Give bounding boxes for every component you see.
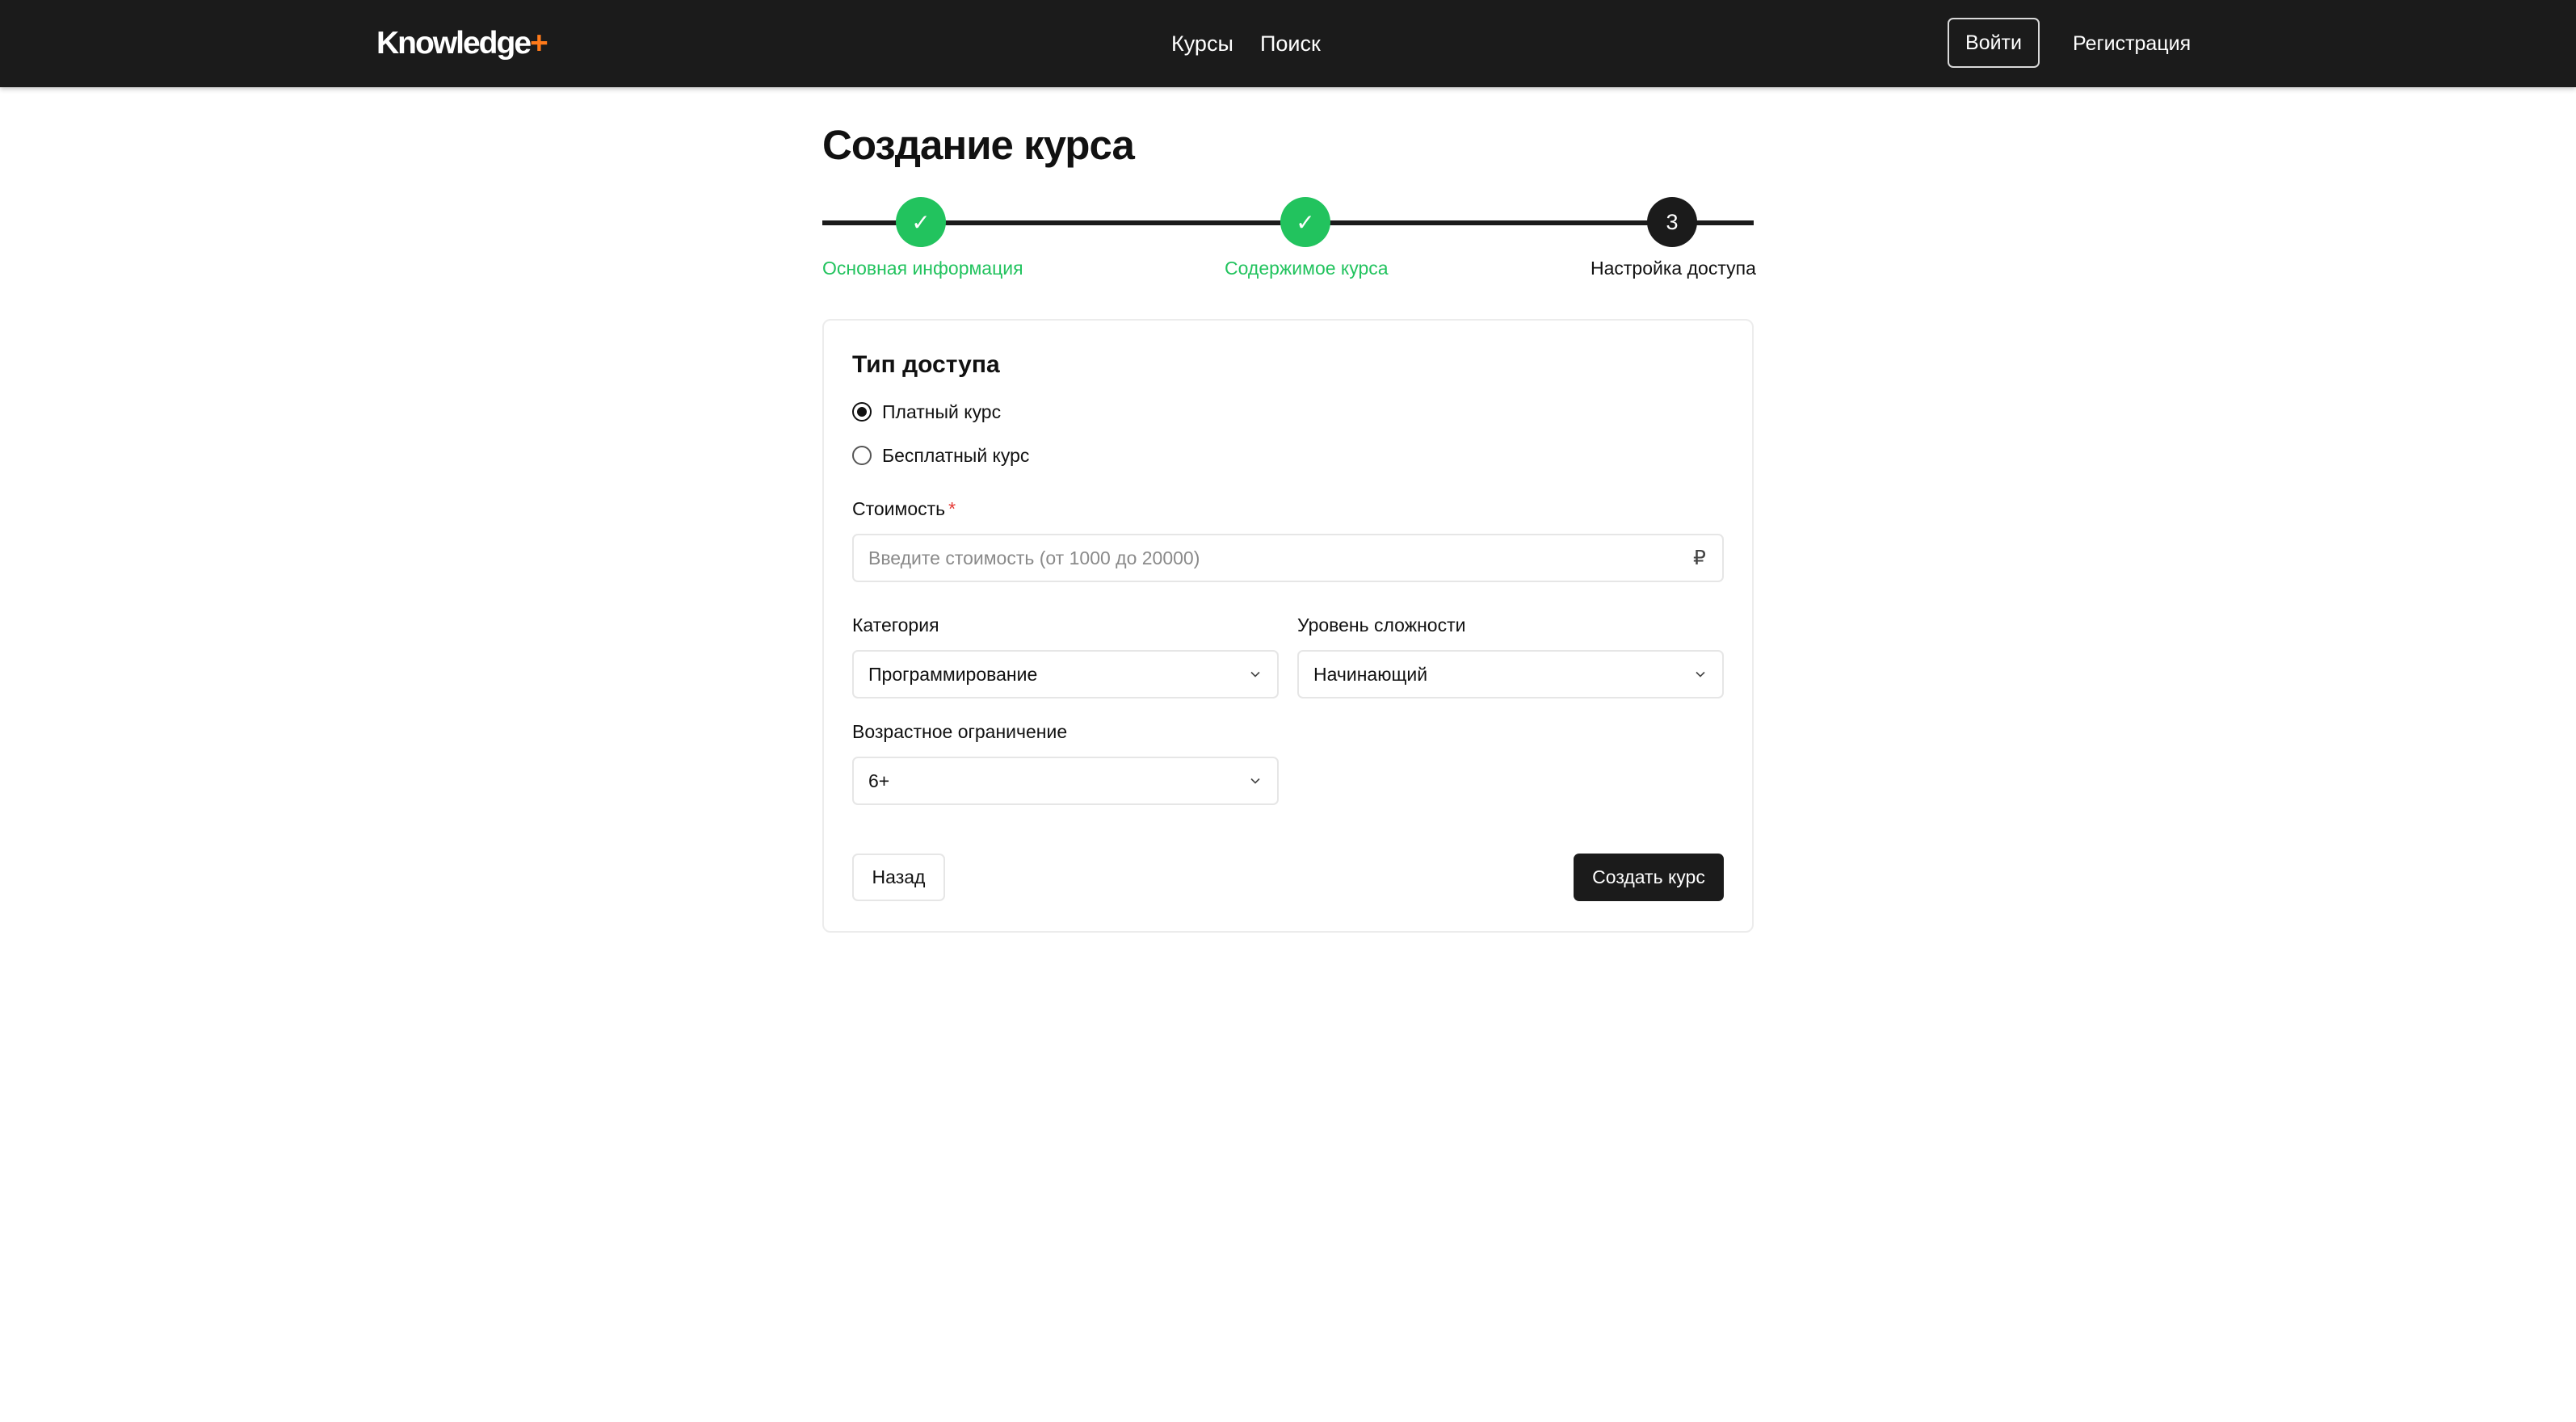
logo-text: Knowledge	[376, 26, 532, 61]
category-label: Категория	[852, 615, 939, 635]
logo[interactable]: Knowledge+	[376, 24, 548, 63]
chevron-down-icon	[1696, 671, 1705, 677]
access-type-title: Тип доступа	[852, 351, 1000, 378]
login-button[interactable]: Войти	[1948, 18, 2040, 68]
price-input[interactable]	[852, 534, 1724, 582]
radio-free-label: Бесплатный курс	[882, 444, 1030, 466]
logo-plus: +	[530, 26, 548, 61]
radio-checked-icon[interactable]	[852, 402, 872, 422]
level-value: Начинающий	[1313, 663, 1428, 685]
category-value: Программирование	[868, 663, 1038, 685]
age-value: 6+	[868, 770, 890, 791]
age-select[interactable]: 6+	[852, 757, 1279, 805]
radio-free-course[interactable]: Бесплатный курс	[852, 443, 1029, 468]
page-title: Создание курса	[822, 122, 1135, 168]
price-label: Стоимость *	[852, 496, 956, 522]
category-select[interactable]: Программирование	[852, 650, 1279, 698]
chevron-down-icon	[1250, 671, 1260, 677]
required-mark: *	[948, 498, 956, 519]
back-button[interactable]: Назад	[852, 854, 945, 901]
step-3-number: 3	[1647, 197, 1697, 247]
radio-paid-label: Платный курс	[882, 401, 1002, 422]
level-label: Уровень сложности	[1297, 615, 1466, 635]
chevron-down-icon	[1250, 778, 1260, 784]
ruble-icon: ₽	[1693, 547, 1706, 569]
step-2-check-icon: ✓	[1280, 197, 1330, 247]
register-link[interactable]: Регистрация	[2073, 24, 2191, 63]
nav-search-link[interactable]: Поиск	[1260, 24, 1321, 63]
radio-unchecked-icon[interactable]	[852, 446, 872, 465]
age-label: Возрастное ограничение	[852, 721, 1068, 742]
step-2-label: Содержимое курса	[1225, 258, 1389, 279]
step-1-check-icon: ✓	[896, 197, 946, 247]
top-navbar: Knowledge+ Курсы Поиск Войти Регистрация	[0, 0, 2576, 87]
level-select[interactable]: Начинающий	[1297, 650, 1724, 698]
create-course-button[interactable]: Создать курс	[1574, 854, 1724, 901]
step-1-label: Основная информация	[822, 258, 1023, 279]
step-3-label: Настройка доступа	[1591, 258, 1756, 279]
radio-paid-course[interactable]: Платный курс	[852, 399, 1001, 425]
price-label-text: Стоимость	[852, 498, 946, 519]
nav-courses-link[interactable]: Курсы	[1171, 24, 1233, 63]
